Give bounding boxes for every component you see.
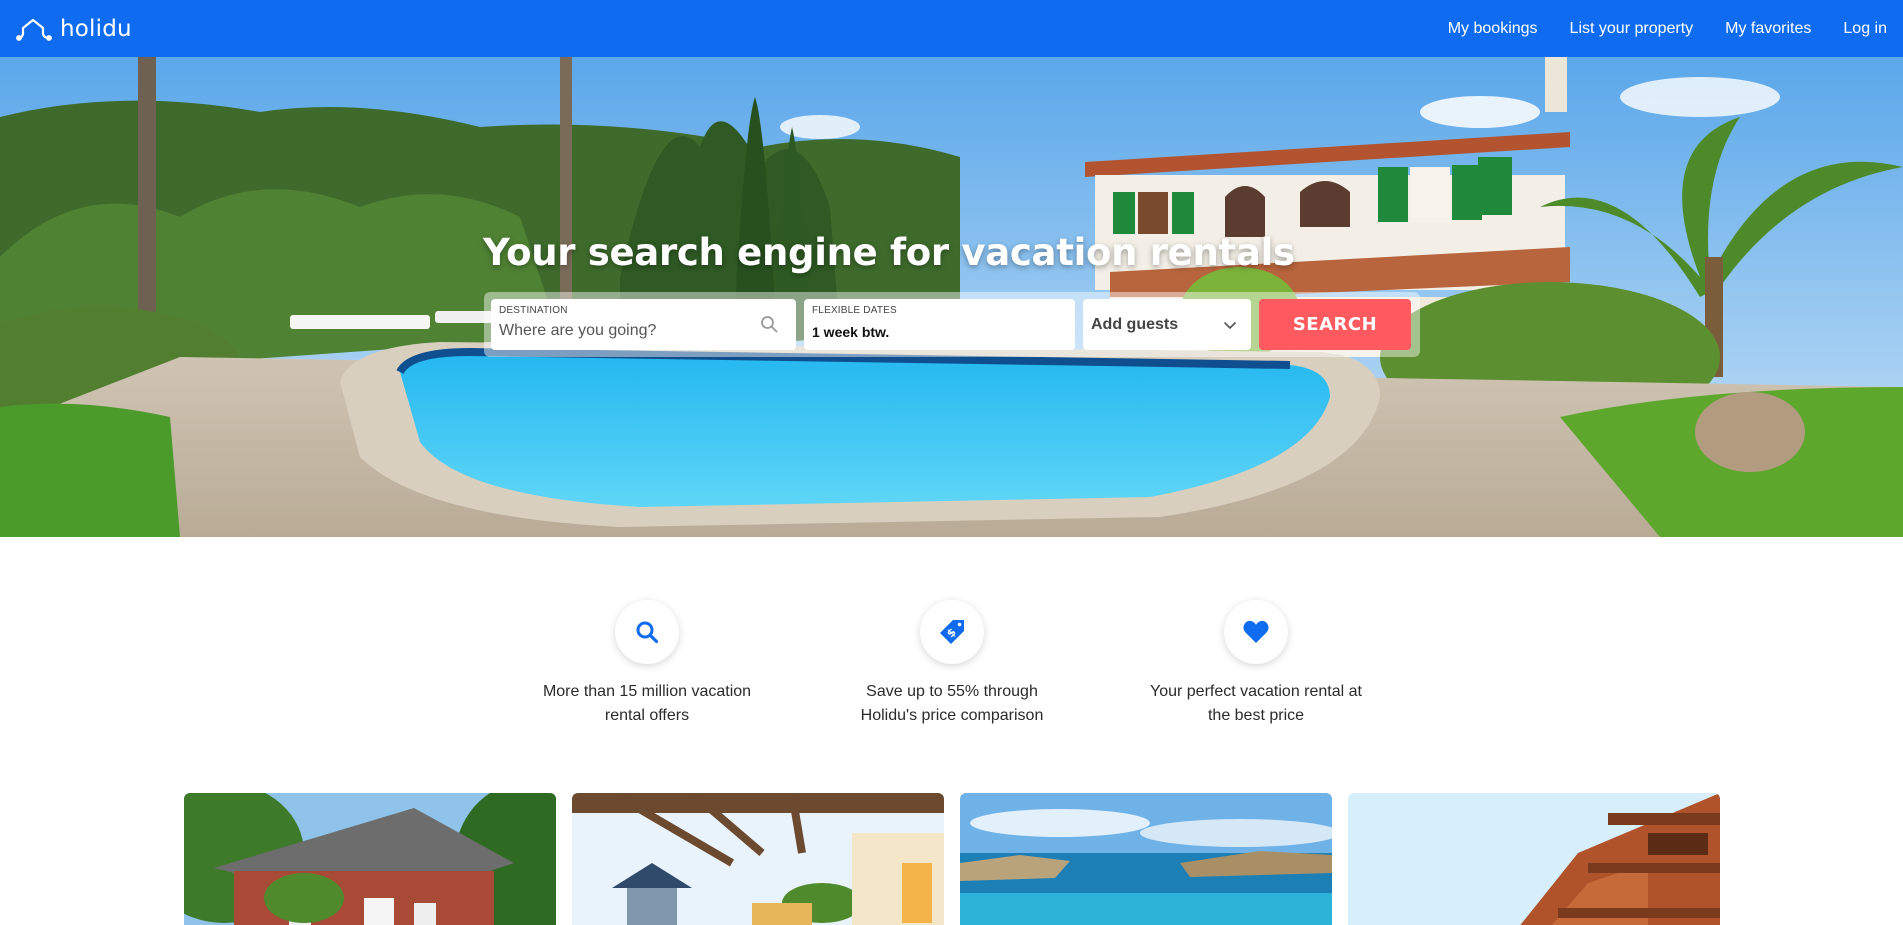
- destination-card[interactable]: [960, 793, 1332, 925]
- destination-card[interactable]: [184, 793, 556, 925]
- dates-value: 1 week btw.: [812, 324, 890, 340]
- search-icon: [636, 621, 659, 644]
- header-nav: My bookings List your property My favori…: [1416, 20, 1887, 38]
- feature-text: Save up to 55% through Holidu's price co…: [860, 683, 1044, 724]
- price-tag-icon: $: [940, 620, 964, 644]
- feature-icon-circle: [1224, 600, 1288, 664]
- search-bar: DESTINATION FLEXIBLE DATES 1 week btw. A…: [484, 292, 1420, 357]
- coastal-bay-image: [960, 793, 1332, 925]
- feature-icon-circle: $: [920, 600, 984, 664]
- pergola-terrace-image: [572, 793, 944, 925]
- log-in-link[interactable]: Log in: [1843, 20, 1887, 38]
- destination-card[interactable]: [1348, 793, 1720, 925]
- dates-label: FLEXIBLE DATES: [812, 305, 897, 316]
- feature-text: Your perfect vacation rental at the best…: [1150, 683, 1362, 724]
- feature-icon-circle: [615, 600, 679, 664]
- guests-label: Add guests: [1091, 316, 1179, 333]
- feature-best-price: Your perfect vacation rental at the best…: [1136, 600, 1376, 728]
- hero-title: Your search engine for vacation rentals: [483, 231, 1295, 274]
- wooden-chalet-image: [1348, 793, 1720, 925]
- flexible-dates-field[interactable]: FLEXIBLE DATES 1 week btw.: [804, 299, 1075, 350]
- cottage-image: [184, 793, 556, 925]
- destination-cards: [184, 793, 1721, 925]
- my-bookings-link[interactable]: My bookings: [1448, 20, 1538, 38]
- destination-input[interactable]: [499, 322, 749, 340]
- search-icon: [760, 315, 778, 338]
- hero-section: Your search engine for vacation rentals …: [0, 57, 1903, 537]
- house-logo-icon: [16, 18, 52, 41]
- top-navigation-bar: holidu My bookings List your property My…: [0, 0, 1903, 57]
- list-your-property-link[interactable]: List your property: [1570, 20, 1694, 38]
- holidu-logo[interactable]: holidu: [16, 16, 132, 42]
- feature-savings: $ Save up to 55% through Holidu's price …: [832, 600, 1072, 728]
- feature-text: More than 15 million vacation rental off…: [542, 683, 752, 724]
- guests-dropdown[interactable]: Add guests: [1083, 299, 1251, 350]
- feature-offers: More than 15 million vacation rental off…: [527, 600, 767, 728]
- destination-field[interactable]: DESTINATION: [491, 299, 796, 350]
- chevron-down-icon: [1223, 318, 1237, 336]
- brand-name: holidu: [60, 15, 132, 42]
- search-button[interactable]: SEARCH: [1259, 299, 1411, 350]
- destination-card[interactable]: [572, 793, 944, 925]
- destination-label: DESTINATION: [499, 305, 568, 316]
- my-favorites-link[interactable]: My favorites: [1725, 20, 1811, 38]
- heart-icon: [1243, 620, 1269, 643]
